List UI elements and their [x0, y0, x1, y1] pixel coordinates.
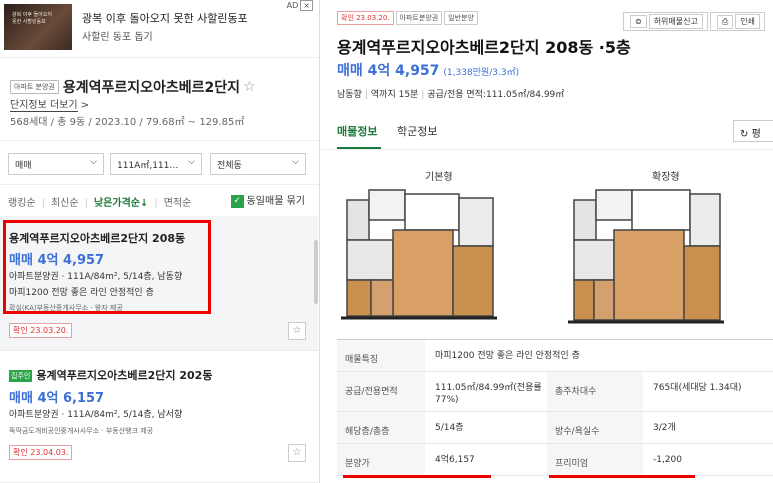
- listing-spec: 아파트분양권 · 111A/84m², 5/14층, 남서향: [9, 410, 183, 420]
- confirmed-badge: 확인 23.04.03.: [9, 445, 73, 460]
- listing-title-text: 용계역푸르지오아츠베르2단지 202동: [36, 369, 213, 382]
- station-distance: 역까지 15분: [370, 90, 419, 100]
- row-value: 4억6,157: [435, 455, 475, 465]
- favorite-star-icon[interactable]: ☆: [243, 79, 256, 95]
- complex-more-link[interactable]: 단지정보 더보기 >: [10, 96, 90, 112]
- row-value: 마피1200 전망 좋은 라인 안정적인 층: [435, 351, 580, 361]
- active-tab-indicator: [337, 147, 381, 149]
- detail-row-price: 분양가 4억6,157 프리미엄 -1,200: [337, 444, 773, 476]
- detail-tags: 확인 23.03.20. 아파트분양권 일반분양: [337, 11, 480, 25]
- print-button[interactable]: ⎙ 인쇄: [709, 12, 765, 31]
- chevron-down-icon: ⌵: [188, 157, 195, 167]
- print-icon: ⎙: [716, 15, 734, 29]
- ad-subtitle[interactable]: 사할린 동포 돕기: [82, 28, 153, 43]
- highlight-underline: [549, 475, 695, 478]
- complex-header: 아파트 분양권 용계역푸르지오아츠베르2단지 ☆: [10, 76, 310, 97]
- siren-icon: ⊜: [629, 15, 647, 28]
- trade-type-select[interactable]: 매매 ⌵: [8, 153, 104, 175]
- row-value: 765대(세대당 1.34대): [653, 383, 742, 393]
- ad-title[interactable]: 광복 이후 돌아오지 못한 사할린동포: [82, 10, 248, 26]
- sort-ranking[interactable]: 랭킹순: [8, 198, 36, 209]
- area-value: 111A㎡,111…: [117, 161, 179, 171]
- ad-thumbnail-text: 광복 이후 돌아오지 못한 사할린동포: [12, 12, 52, 25]
- detail-price-value: 매매 4억 4,957: [337, 63, 440, 79]
- row-value: 5/14층: [435, 423, 464, 433]
- ad-close-icon[interactable]: ×: [300, 0, 313, 11]
- ad-label[interactable]: AD ×: [287, 0, 313, 11]
- filter-bar: 매매 ⌵ 111A㎡,111… ⌵ 전체동 ⌵: [0, 140, 319, 185]
- price-per-area: (1,338만원/3.3㎡): [443, 68, 520, 78]
- complex-summary: 568세대 / 총 9동 / 2023.10 / 79.68㎡ ~ 129.85…: [10, 117, 245, 128]
- dong-select[interactable]: 전체동 ⌵: [210, 153, 306, 175]
- row-key: 해당층/총층: [337, 412, 425, 443]
- tab-listing-info[interactable]: 매물정보: [337, 123, 377, 139]
- complex-name: 용계역푸르지오아츠베르2단지: [62, 79, 241, 96]
- chevron-down-icon: ⌵: [292, 157, 299, 167]
- favorite-star-icon[interactable]: ☆: [288, 444, 306, 462]
- sort-area[interactable]: 면적순: [164, 198, 192, 209]
- report-button[interactable]: ⊜ 허위매물신고: [622, 12, 708, 31]
- detail-price: 매매 4억 4,957 (1,338만원/3.3㎡): [337, 60, 519, 80]
- complex-more-text: 단지정보 더보기: [10, 100, 78, 112]
- same-listing-toggle[interactable]: ✓ 동일매물 묶기: [230, 192, 305, 208]
- type-tag: 아파트분양권: [395, 11, 443, 25]
- checkbox-checked-icon[interactable]: ✓: [230, 194, 244, 208]
- complex-type-tag: 아파트 분양권: [10, 79, 59, 94]
- chevron-down-icon: ⌵: [90, 157, 97, 167]
- list-item[interactable]: 집주인 용계역푸르지오아츠베르2단지 202동 매매 4억 6,157 아파트분양…: [0, 355, 318, 483]
- area-unit-label: 평: [751, 129, 761, 140]
- ad-label-text: AD: [286, 1, 299, 10]
- row-key: 공급/전용면적: [337, 372, 425, 411]
- row-key: 총주차대수: [547, 372, 643, 411]
- detail-row-area: 공급/전용면적 111.05㎡/84.99㎡(전용률77%) 총주차대수 765…: [337, 372, 773, 412]
- trade-type-value: 매매: [15, 161, 32, 171]
- row-value: 3/2개: [653, 423, 676, 433]
- row-key: 매물특징: [337, 340, 425, 371]
- listing-broker: 뚝딱금도개비공인중개사사무소 · 부동산뱅크 제공: [9, 427, 154, 435]
- row-value: 111.05㎡/84.99㎡(전용률77%): [435, 383, 542, 405]
- direction: 남동향: [337, 90, 362, 100]
- detail-tools: ⊜ 허위매물신고 ⎙ 인쇄: [621, 12, 765, 31]
- refresh-icon: ↻: [740, 129, 752, 140]
- same-listing-label: 동일매물 묶기: [246, 196, 305, 207]
- detail-info: 남동향 | 역까지 15분 | 공급/전용 면적:111.05㎡/84.99㎡: [337, 90, 565, 100]
- listing-panel: 광복 이후 돌아오지 못한 사할린동포 광복 이후 돌아오지 못한 사할린동포 …: [0, 0, 320, 483]
- owner-badge: 집주인: [9, 370, 33, 382]
- row-value: -1,200: [653, 455, 683, 465]
- detail-table: 매물특징 마피1200 전망 좋은 라인 안정적인 층 공급/전용면적 111.…: [337, 339, 773, 476]
- area-unit-button[interactable]: ↻ 평: [733, 120, 773, 142]
- ad-thumbnail[interactable]: 광복 이후 돌아오지 못한 사할린동포: [4, 4, 72, 50]
- scrollbar[interactable]: [314, 240, 318, 304]
- sort-low-price[interactable]: 낮은가격순↓: [94, 198, 148, 209]
- detail-title: 용계역푸르지오아츠베르2단지 208동 ·5층: [337, 38, 631, 57]
- chevron-right-icon: >: [77, 100, 90, 111]
- highlight-box: [3, 220, 211, 314]
- floor-plan-extended[interactable]: [566, 180, 726, 326]
- row-key: 분양가: [337, 444, 425, 475]
- area-info: 공급/전용 면적:111.05㎡/84.99㎡: [427, 90, 565, 100]
- ad-banner[interactable]: 광복 이후 돌아오지 못한 사할린동포 광복 이후 돌아오지 못한 사할린동포 …: [0, 0, 319, 58]
- listing-detail: 확인 23.03.20. 아파트분양권 일반분양 ⊜ 허위매물신고 ⎙ 인쇄 용계역푸…: [321, 0, 773, 483]
- favorite-star-icon[interactable]: ☆: [288, 322, 306, 340]
- listing-title[interactable]: 집주인 용계역푸르지오아츠베르2단지 202동: [9, 367, 212, 383]
- print-label: 인쇄: [735, 14, 760, 29]
- tab-school-info[interactable]: 학군정보: [397, 123, 437, 139]
- sale-tag: 일반분양: [444, 11, 478, 25]
- report-label: 허위매물신고: [648, 14, 703, 29]
- dong-value: 전체동: [217, 161, 242, 171]
- confirmed-badge: 확인 23.03.20.: [337, 11, 394, 25]
- area-select[interactable]: 111A㎡,111… ⌵: [110, 153, 202, 175]
- floor-plan-basic[interactable]: [339, 180, 499, 326]
- detail-row-feature: 매물특징 마피1200 전망 좋은 라인 안정적인 층: [337, 340, 773, 372]
- highlight-underline: [343, 475, 491, 478]
- row-key: 프리미엄: [547, 444, 643, 475]
- row-key: 방수/욕실수: [547, 412, 643, 443]
- listing-price: 매매 4억 6,157: [9, 391, 105, 406]
- sort-latest[interactable]: 최신순: [51, 198, 79, 209]
- detail-tabs: 매물정보 학군정보 ↻ 평: [321, 112, 773, 150]
- detail-row-floor: 해당층/총층 5/14층 방수/욕실수 3/2개: [337, 412, 773, 444]
- confirmed-badge: 확인 23.03.20.: [9, 323, 73, 338]
